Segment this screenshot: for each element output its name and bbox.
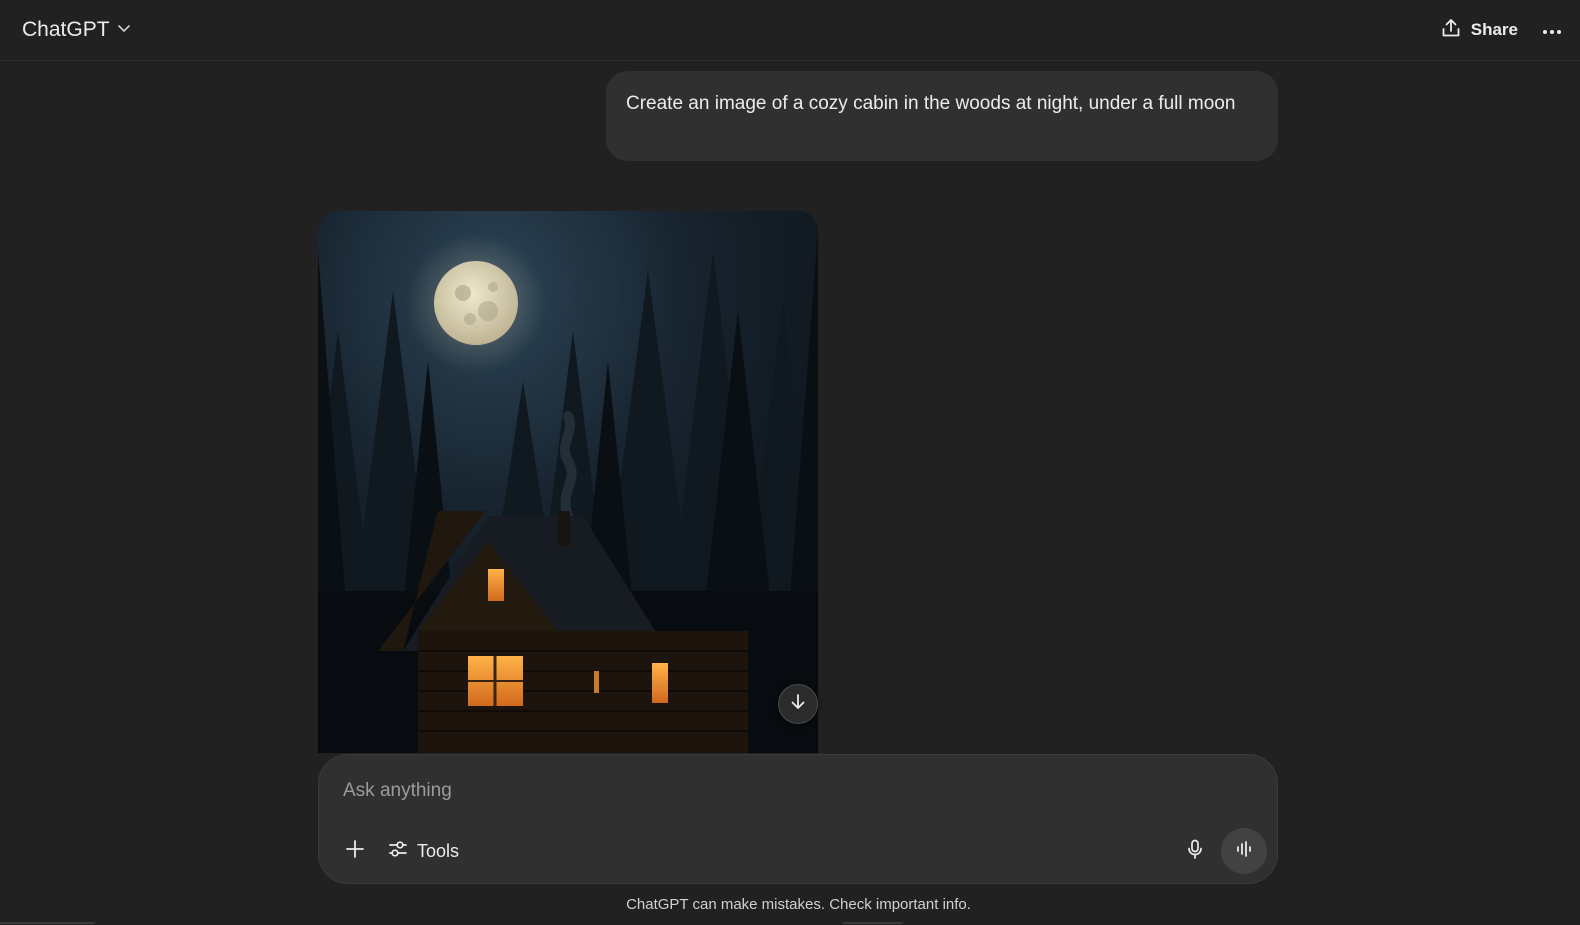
add-attachment-button[interactable] [339,835,371,867]
edge-line [0,922,95,924]
cabin-night-illustration [318,211,818,753]
more-options-button[interactable] [1540,18,1564,42]
user-message: Create an image of a cozy cabin in the w… [606,71,1278,161]
generated-image[interactable] [318,211,818,753]
more-icon [1542,23,1562,38]
mic-icon [1184,838,1206,865]
composer: Tools [318,754,1278,884]
tools-button[interactable]: Tools [387,835,459,867]
disclaimer-text: ChatGPT can make mistakes. Check importa… [0,896,1580,913]
scroll-to-bottom-button[interactable] [778,684,818,724]
edge-line [843,922,903,924]
voice-mode-button[interactable] [1221,828,1267,874]
dictate-button[interactable] [1179,835,1211,867]
arrow-down-icon [788,692,808,717]
model-switcher[interactable]: ChatGPT [22,18,132,42]
share-icon [1440,17,1462,44]
plus-icon [344,838,366,865]
top-actions: Share [1440,17,1564,44]
voice-waveform-icon [1234,839,1254,864]
tools-icon [387,838,409,865]
share-label: Share [1470,20,1518,39]
top-bar: ChatGPT Share [0,0,1580,61]
prompt-input[interactable] [343,777,1243,805]
model-name: ChatGPT [22,18,110,41]
share-button[interactable]: Share [1440,17,1518,44]
chevron-down-icon [116,18,132,42]
tools-label: Tools [417,840,460,861]
disclaimer-label: ChatGPT can make mistakes. Check importa… [626,896,971,913]
